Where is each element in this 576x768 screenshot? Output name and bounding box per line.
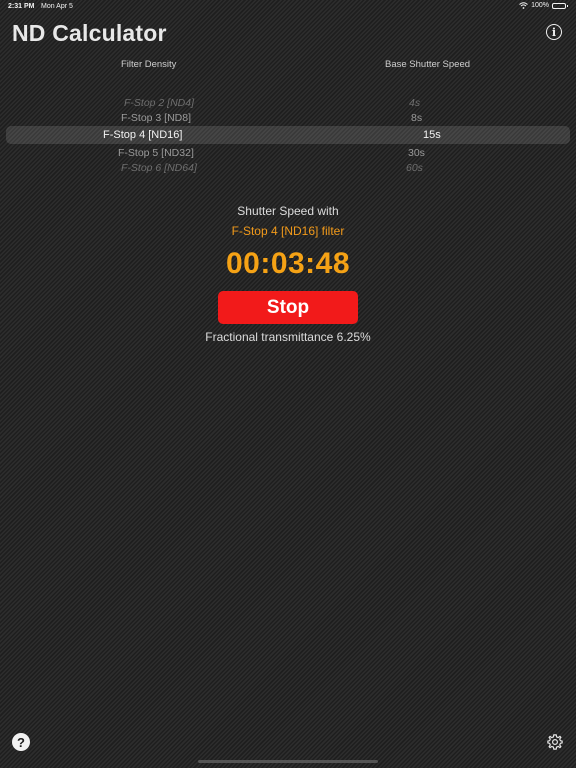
picker-shutter-item[interactable]: 30s (408, 147, 425, 159)
stop-button[interactable]: Stop (218, 291, 358, 324)
shutter-speed-label: Shutter Speed with (237, 204, 339, 218)
transmittance-text: Fractional transmittance 6.25% (205, 330, 371, 344)
picker-filter-item[interactable]: F-Stop 6 [ND64] (121, 162, 197, 174)
picker-shutter-item[interactable]: 60s (406, 162, 423, 174)
status-date: Mon Apr 5 (41, 3, 73, 10)
picker-filter-item[interactable]: F-Stop 3 [ND8] (121, 112, 191, 124)
picker-row[interactable]: F-Stop 2 [ND4] 4s (0, 97, 576, 112)
picker-row-selected[interactable]: F-Stop 4 [ND16] 15s (0, 129, 576, 144)
app-title: ND Calculator (12, 20, 167, 46)
filter-shutter-picker[interactable]: F-Stop 2 [ND4] 4s F-Stop 3 [ND8] 8s F-St… (0, 86, 576, 186)
question-icon[interactable]: ? (12, 733, 30, 751)
info-icon[interactable]: i (546, 24, 562, 40)
gear-icon[interactable] (546, 733, 564, 751)
picker-shutter-item[interactable]: 8s (411, 112, 422, 124)
wifi-icon (519, 2, 528, 9)
picker-filter-selected[interactable]: F-Stop 4 [ND16] (103, 129, 182, 141)
status-indicators: 100% (519, 2, 568, 9)
home-indicator (198, 760, 378, 763)
picker-shutter-selected[interactable]: 15s (423, 129, 441, 141)
status-bar: 2:31 PM Mon Apr 5 100% (0, 0, 576, 14)
picker-row[interactable]: F-Stop 3 [ND8] 8s (0, 112, 576, 127)
battery-icon (552, 2, 568, 9)
selected-filter-text: F-Stop 4 [ND16] filter (231, 224, 345, 238)
picker-filter-item[interactable]: F-Stop 2 [ND4] (124, 97, 194, 109)
status-time: 2:31 PM (8, 3, 35, 10)
base-shutter-speed-header: Base Shutter Speed (385, 59, 471, 70)
picker-row[interactable]: F-Stop 5 [ND32] 30s (0, 147, 576, 162)
picker-row[interactable]: F-Stop 6 [ND64] 60s (0, 162, 576, 177)
countdown-timer: 00:03:48 (225, 247, 351, 280)
picker-shutter-item[interactable]: 4s (409, 97, 420, 109)
filter-density-header: Filter Density (121, 59, 177, 70)
picker-filter-item[interactable]: F-Stop 5 [ND32] (118, 147, 194, 159)
battery-percent: 100% (531, 2, 549, 9)
